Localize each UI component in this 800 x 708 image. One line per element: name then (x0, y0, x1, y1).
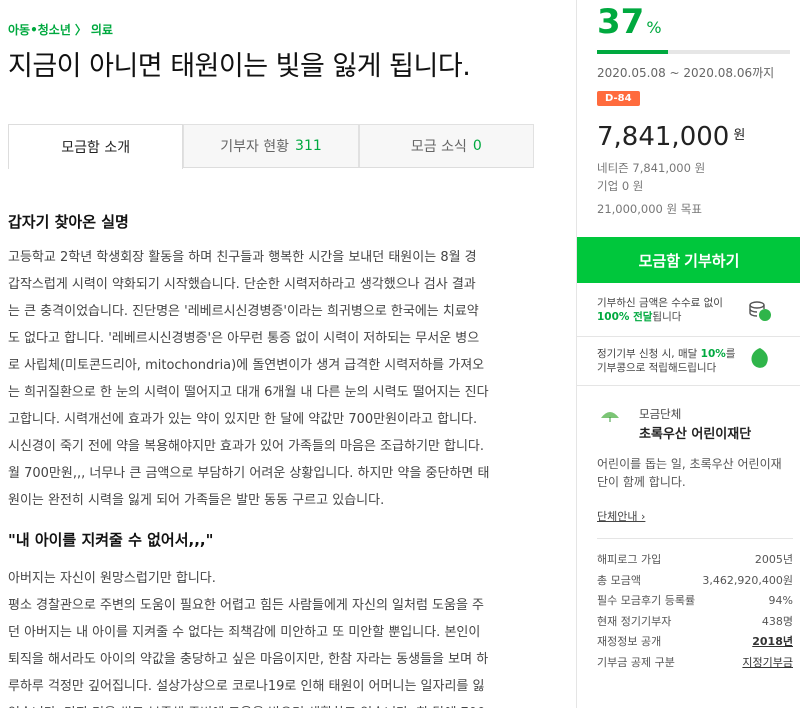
notice-text: 기부하신 금액은 수수료 없이 (597, 297, 723, 309)
financial-disclosure-link[interactable]: 2018년 (752, 633, 793, 649)
organization-logo (597, 408, 623, 432)
stat-label: 재정정보 공개 (597, 635, 662, 649)
story-line: 시신경이 죽기 전에 약을 복용해야지만 효과가 있어 가족들의 마음은 조급하… (8, 439, 485, 454)
story-line: 는 큰 충격이었습니다. 진단명은 '레베르시신경병증'이라는 희귀병으로 한국… (8, 304, 479, 319)
tab-label: 모금 소식 (410, 139, 467, 155)
notice-text: 됩니다 (652, 311, 682, 323)
percent-unit: % (646, 18, 662, 37)
tab-news[interactable]: 모금 소식 0 (358, 124, 534, 167)
notice-text: 정기기부 신청 시, 매달 (597, 348, 698, 360)
tab-label: 모금함 소개 (61, 140, 131, 156)
company-amount: 기업 0 원 (597, 179, 644, 193)
percent-value: 37 (597, 2, 645, 42)
story-paragraph: 아버지는 자신이 원망스럽기만 합니다. 평소 경찰관으로 주변의 도움이 필요… (8, 565, 508, 708)
progress-fill (597, 50, 669, 54)
tab-label: 기부자 현황 (220, 139, 290, 155)
section-heading: 갑자기 찾아온 실명 (8, 213, 129, 231)
breadcrumb-category[interactable]: 아동•청소년 (8, 21, 71, 38)
donate-button[interactable]: 모금함 기부하기 (577, 237, 800, 283)
breadcrumb-subcategory[interactable]: 의료 (91, 21, 113, 38)
raised-amount: 7,841,000 원 (597, 122, 745, 152)
netizen-amount: 네티즌 7,841,000 원 (597, 161, 706, 175)
stat-row: 현재 정기기부자 438명 (597, 611, 793, 632)
tab-bar: 모금함 소개 기부자 현황 311 모금 소식 0 (8, 124, 534, 169)
stat-label: 기부금 공제 구분 (597, 655, 675, 669)
story-line: 었습니다. 당장 먹을 쌀도 부족해 주변에 도움을 받으며 생활하고 있습니다… (8, 700, 508, 708)
stat-label: 현재 정기기부자 (597, 614, 672, 628)
story-line: 갑작스럽게 시력이 약화되기 시작했습니다. 단순한 시력저하라고 생각했으나 … (8, 277, 476, 292)
stat-label: 해피로그 가입 (597, 553, 662, 567)
tab-count: 311 (295, 138, 322, 154)
tab-count: 0 (472, 138, 482, 154)
page-title: 지금이 아니면 태원이는 빛을 잃게 됩니다. (8, 51, 471, 82)
progress-percent: 37% (597, 2, 662, 42)
story-line: 는 희귀질환으로 한 눈의 시력이 떨어지고 대개 6개월 내 다른 눈의 시력… (8, 385, 489, 400)
campaign-main: 아동•청소년 〉 의료 지금이 아니면 태원이는 빛을 잃게 됩니다. 모금함 … (0, 0, 556, 708)
stat-value: 3,462,920,400원 (702, 573, 793, 587)
stat-row: 기부금 공제 구분 지정기부금 (597, 652, 793, 673)
story-line: 월 700만원,,, 너무나 큰 금액으로 부담하기 어려운 상황입니다. 하지… (8, 466, 490, 481)
story-line: 원이는 완전히 시력을 잃게 되어 가족들은 발만 동동 구르고 있습니다. (8, 493, 385, 508)
story-line: 아버지는 자신이 원망스럽기만 합니다. (8, 571, 216, 586)
stat-row: 필수 모금후기 등록률 94% (597, 590, 793, 611)
bean-icon (751, 348, 768, 368)
stat-row: 총 모금액 3,462,920,400원 (597, 570, 793, 591)
notice-highlight: 100% 전달 (597, 311, 653, 323)
divider (577, 385, 800, 386)
regular-donation-notice: 정기기부 신청 시, 매달 10%를 기부콩으로 적립해드립니다 (597, 347, 747, 375)
organization-stats: 해피로그 가입 2005년 총 모금액 3,462,920,400원 필수 모금… (597, 549, 793, 672)
stat-value: 94% (768, 593, 793, 607)
stat-label: 필수 모금후기 등록률 (597, 594, 696, 608)
organization-label: 모금단체 (639, 407, 682, 421)
story-line: 도 없다고 합니다. '레베르시신경병증'은 아무런 통증 없이 시력이 저하되… (8, 331, 480, 346)
story-line: 고등학교 2학년 학생회장 활동을 하며 친구들과 행복한 시간을 보내던 태원… (8, 250, 477, 265)
donation-sidebar: 37% 2020.05.08 ~ 2020.08.06까지 D-84 7,841… (576, 0, 800, 708)
tab-introduction[interactable]: 모금함 소개 (8, 124, 184, 169)
progress-bar (597, 50, 790, 54)
tab-donors[interactable]: 기부자 현황 311 (183, 124, 359, 167)
divider (597, 538, 793, 539)
goal-amount: 21,000,000 원 목표 (597, 202, 702, 216)
organization-description: 어린이를 돕는 일, 초록우산 어린이재단이 함께 합니다. (597, 457, 782, 489)
coins-icon (749, 301, 771, 321)
story-line: 로 사립체(미토콘드리아, mitochondria)에 돌연변이가 생겨 급격… (8, 358, 485, 373)
story-paragraph: 고등학교 2학년 학생회장 활동을 하며 친구들과 행복한 시간을 보내던 태원… (8, 244, 508, 514)
stat-label: 총 모금액 (597, 573, 641, 587)
umbrella-logo-icon (601, 412, 619, 422)
story-line: 고합니다. 시력개선에 효과가 있는 약이 있지만 한 달에 약값만 700만원… (8, 412, 478, 427)
stat-value: 438명 (761, 614, 793, 628)
amount-value: 7,841,000 (597, 122, 730, 152)
deduction-type-link[interactable]: 지정기부금 (742, 654, 793, 670)
stat-value: 2005년 (754, 553, 793, 567)
story-line: 퇴직을 해서라도 아이의 약값을 충당하고 싶은 마음이지만, 한참 자라는 동… (8, 652, 489, 667)
stat-row: 재정정보 공개 2018년 (597, 631, 793, 652)
dday-badge: D-84 (597, 91, 640, 106)
story-line: 던 아버지는 내 아이를 지켜줄 수 없다는 죄책감에 미안하고 또 미안할 뿐… (8, 625, 481, 640)
breadcrumb: 아동•청소년 〉 의료 (8, 21, 113, 38)
divider (577, 336, 800, 337)
story-line: 평소 경찰관으로 주변의 도움이 필요한 어렵고 힘든 사람들에게 자신의 일처… (8, 598, 485, 613)
notice-highlight: 10% (700, 348, 726, 360)
story-line: 루하루 걱정만 깊어집니다. 설상가상으로 코로나19로 인해 태원이 어머니는… (8, 679, 485, 694)
section-heading: "내 아이를 지켜줄 수 없어서,,," (8, 531, 214, 549)
organization-info-link[interactable]: 단체안내 › (597, 508, 645, 524)
fee-notice: 기부하신 금액은 수수료 없이 100% 전달됩니다 (597, 296, 747, 324)
stat-row: 해피로그 가입 2005년 (597, 549, 793, 570)
campaign-period: 2020.05.08 ~ 2020.08.06까지 (597, 66, 775, 80)
breadcrumb-separator: 〉 (74, 23, 87, 37)
organization-name[interactable]: 초록우산 어린이재단 (639, 423, 751, 442)
amount-unit: 원 (733, 128, 746, 143)
